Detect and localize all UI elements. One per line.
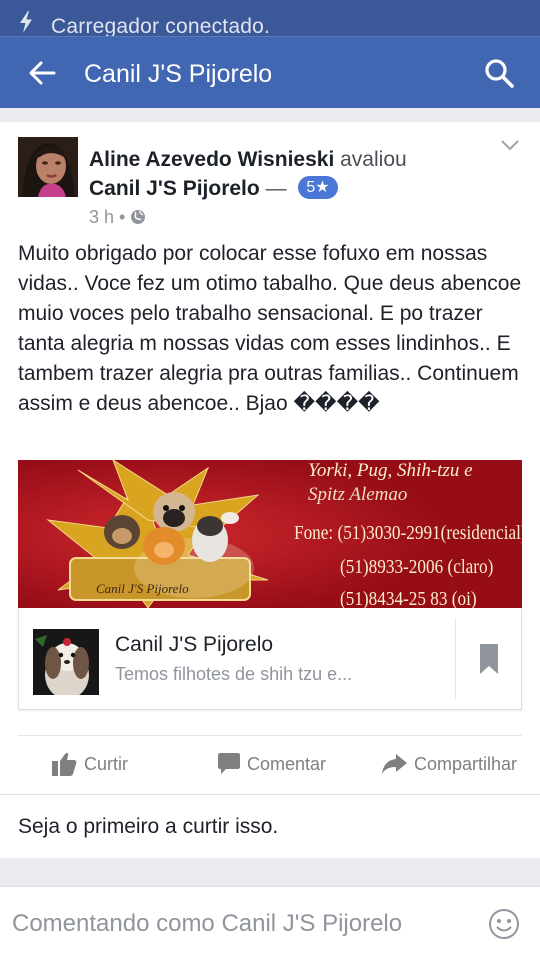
banner-logo-text: Canil J'S Pijorelo [96, 581, 189, 596]
meta-dot: • [119, 207, 126, 227]
link-thumbnail [33, 629, 99, 695]
link-title[interactable]: Canil J'S Pijorelo [115, 632, 273, 658]
like-label: Curtir [84, 754, 128, 774]
page-title: Canil J'S Pijorelo [84, 60, 273, 88]
comment-input[interactable] [12, 909, 472, 939]
like-button[interactable]: Curtir [52, 747, 152, 781]
charging-bolt-icon [20, 11, 32, 33]
link-preview[interactable]: Canil J'S Pijorelo Temos filhotes de shi… [18, 608, 522, 710]
link-description: Temos filhotes de shih tzu e... [115, 664, 353, 684]
speech-bubble-icon [218, 753, 240, 774]
link-preview-image[interactable]: Yorki, Pug, Shih-tzu e Spitz Alemao Fone… [18, 460, 522, 608]
share-label: Compartilhar [414, 754, 518, 774]
globe-icon [131, 210, 146, 224]
post-meta: 3 h • [89, 206, 146, 228]
avatar[interactable] [18, 137, 78, 197]
facebook-post-screen: Carregador conectado. Canil J'S Pijorelo [0, 0, 540, 960]
divider [18, 735, 522, 736]
bookmark-icon[interactable] [480, 644, 498, 674]
post-header: Aline Azevedo Wisnieski avaliou Canil J'… [89, 145, 489, 203]
reviewed-page-name[interactable]: Canil J'S Pijorelo [89, 177, 260, 200]
rating-badge: 5★ [298, 176, 338, 199]
action-verb: avaliou [340, 148, 407, 171]
likes-summary: Seja o primeiro a curtir isso. [0, 794, 540, 858]
banner-phone-3: (51)8434-25 83 (oi) [340, 588, 477, 608]
comment-composer [0, 886, 540, 960]
banner-breeds-text: Yorki, Pug, Shih-tzu e [308, 460, 473, 481]
comment-button[interactable]: Comentar [218, 747, 348, 781]
post-text: Muito obrigado por colocar esse fofuxo e… [18, 242, 522, 415]
chevron-down-icon[interactable] [500, 138, 520, 152]
banner-phone-1: Fone: (51)3030-2991(residencial) [294, 522, 522, 544]
separator: — [265, 177, 287, 200]
post-time[interactable]: 3 h [89, 207, 114, 227]
author-name[interactable]: Aline Azevedo Wisnieski [89, 148, 334, 171]
share-arrow-icon [382, 754, 407, 774]
banner-phone-2: (51)8933-2006 (claro) [340, 556, 494, 578]
arrow-left-icon[interactable] [28, 59, 56, 87]
system-status-bar: Carregador conectado. [0, 0, 540, 38]
app-bar: Canil J'S Pijorelo [0, 36, 540, 108]
smiley-icon[interactable] [488, 908, 520, 940]
banner-spitz-text: Spitz Alemao [308, 484, 408, 505]
search-icon[interactable] [484, 58, 514, 88]
likes-text: Seja o primeiro a curtir isso. [18, 815, 279, 838]
comment-label: Comentar [247, 754, 327, 774]
share-button[interactable]: Compartilhar [382, 747, 532, 781]
divider [455, 618, 456, 700]
thumbs-up-icon [52, 752, 77, 776]
post-card: Aline Azevedo Wisnieski avaliou Canil J'… [0, 122, 540, 858]
